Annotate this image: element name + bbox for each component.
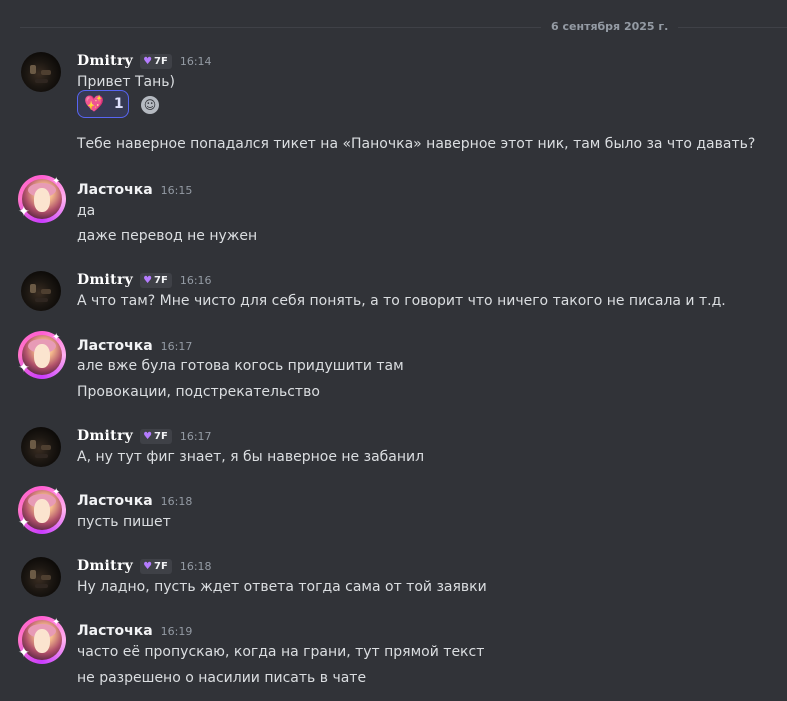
message-text: Привет Тань) [77, 74, 175, 90]
author-name[interactable]: Dmitry [77, 558, 133, 574]
timestamp: 16:16 [179, 273, 212, 287]
add-reaction-icon[interactable]: ☺ [141, 96, 159, 114]
avatar[interactable]: ✦ ✦ [18, 331, 68, 381]
timestamp: 16:19 [160, 624, 193, 638]
sparkle-icon: ✦ [18, 360, 30, 376]
avatar[interactable] [21, 52, 61, 92]
clan-tag-label: 7F [154, 560, 168, 572]
sparkle-icon: ✦ [18, 645, 30, 661]
reaction-count: 1 [113, 96, 124, 112]
clan-tag[interactable]: ♥ 7F [140, 428, 172, 444]
clan-tag-label: 7F [154, 274, 168, 286]
sparkle-icon: ✦ [52, 176, 61, 187]
message-text: часто её пропускаю, когда на грани, тут … [77, 644, 485, 660]
message-header: Dmitry ♥ 7F 16:18 [77, 557, 212, 575]
author-name[interactable]: Dmitry [77, 428, 133, 444]
heart-icon: ♥ [143, 55, 153, 67]
message-header: Ласточка 16:17 [77, 337, 192, 355]
message-text: Тебе наверное попадался тикет на «Паночк… [77, 136, 756, 152]
sparkle-icon: ✦ [52, 617, 61, 628]
timestamp: 16:18 [160, 494, 193, 508]
author-name[interactable]: Dmitry [77, 53, 133, 69]
message-header: Ласточка 16:19 [77, 622, 192, 640]
clan-tag[interactable]: ♥ 7F [140, 272, 172, 288]
message-text: але вже була готова когось придушити там [77, 358, 404, 374]
sparkle-icon: ✦ [52, 487, 61, 498]
timestamp: 16:18 [179, 559, 212, 573]
timestamp: 16:15 [160, 183, 193, 197]
avatar[interactable]: ✦ ✦ [18, 486, 68, 536]
message-header: Dmitry ♥ 7F 16:17 [77, 427, 212, 445]
sparkle-icon: ✦ [18, 515, 30, 531]
heart-icon: ♥ [143, 274, 153, 286]
author-name[interactable]: Ласточка [77, 493, 153, 509]
sparkle-icon: ✦ [52, 332, 61, 343]
clan-tag[interactable]: ♥ 7F [140, 558, 172, 574]
sparkle-icon: ✦ [18, 204, 30, 220]
heart-icon: ♥ [143, 560, 153, 572]
clan-tag-label: 7F [154, 430, 168, 442]
clan-tag[interactable]: ♥ 7F [140, 53, 172, 69]
message-text: не разрешено о насилии писать в чате [77, 670, 367, 686]
message-text: А что там? Мне чисто для себя понять, а … [77, 293, 726, 309]
avatar[interactable]: ✦ ✦ [18, 175, 68, 225]
author-name[interactable]: Ласточка [77, 623, 153, 639]
message-text: Ну ладно, пусть ждет ответа тогда сама о… [77, 579, 487, 595]
timestamp: 16:17 [160, 339, 193, 353]
avatar[interactable]: ✦ ✦ [18, 616, 68, 666]
message-header: Dmitry ♥ 7F 16:16 [77, 271, 212, 289]
timestamp: 16:14 [179, 54, 212, 68]
message-text: да [77, 203, 96, 219]
message-text: пусть пишет [77, 514, 171, 530]
timestamp: 16:17 [179, 429, 212, 443]
date-divider-label: 6 сентября 2025 г. [541, 20, 679, 34]
message-text: даже перевод не нужен [77, 228, 258, 244]
avatar[interactable] [21, 557, 61, 597]
message-header: Ласточка 16:18 [77, 492, 192, 510]
message-header: Dmitry ♥ 7F 16:14 [77, 52, 212, 70]
reaction-chip[interactable]: 💖 1 [77, 90, 129, 118]
message-header: Ласточка 16:15 [77, 181, 192, 199]
heart-sparkle-icon: 💖 [84, 94, 104, 113]
heart-icon: ♥ [143, 430, 153, 442]
author-name[interactable]: Ласточка [77, 182, 153, 198]
message-text: Провокации, подстрекательство [77, 384, 320, 400]
clan-tag-label: 7F [154, 55, 168, 67]
avatar[interactable] [21, 271, 61, 311]
avatar[interactable] [21, 427, 61, 467]
author-name[interactable]: Dmitry [77, 272, 133, 288]
author-name[interactable]: Ласточка [77, 338, 153, 354]
message-text: А, ну тут фиг знает, я бы наверное не за… [77, 449, 425, 465]
